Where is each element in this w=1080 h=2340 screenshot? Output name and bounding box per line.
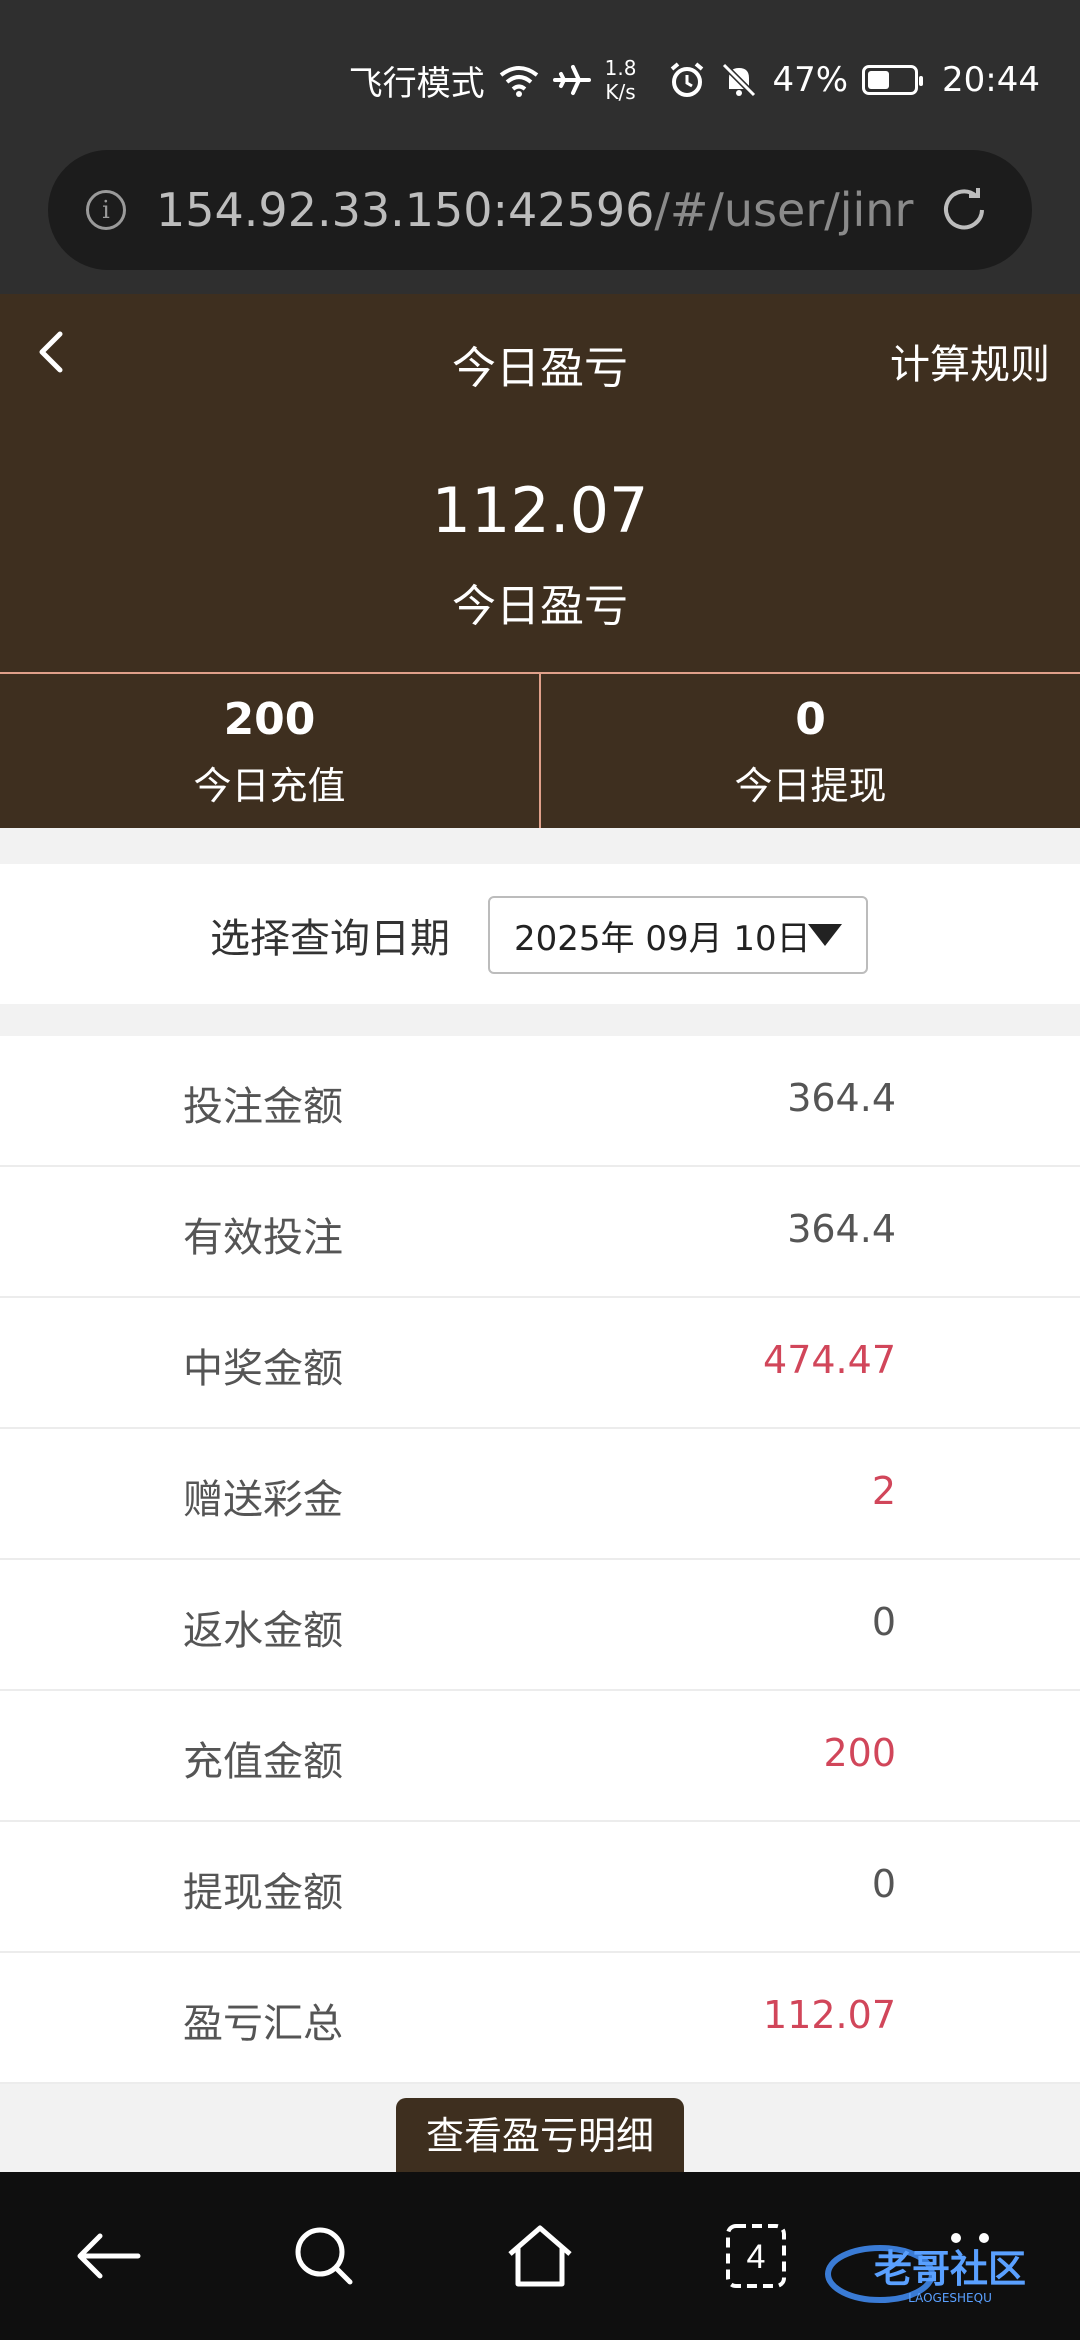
summary-value: 2	[871, 1469, 896, 1513]
nav-tabs-icon[interactable]: 4	[716, 2216, 796, 2296]
summary-row: 投注金额 364.4	[0, 1036, 1080, 1167]
chevron-down-icon	[808, 924, 842, 946]
network-speed-unit: K/s	[605, 80, 636, 104]
summary-value: 474.47	[763, 1338, 896, 1382]
summary-row: 充值金额 200	[0, 1691, 1080, 1822]
alarm-icon	[668, 61, 706, 99]
summary-label: 投注金额	[183, 1084, 343, 1130]
summary-value: 0	[871, 1600, 896, 1644]
watermark-logo: 老哥社区 LAOGESHEQU	[820, 2238, 1060, 2308]
summary-list: 投注金额 364.4 有效投注 364.4 中奖金额 474.47 赠送彩金 2 返水金额 0 充值…	[0, 1036, 1080, 2084]
today-profit-value: 112.07	[431, 474, 649, 547]
battery-icon	[862, 65, 924, 95]
summary-value: 364.4	[787, 1207, 896, 1251]
summary-value: 200	[823, 1731, 896, 1775]
withdraw-label: 今日提现	[734, 764, 887, 808]
withdraw-value: 0	[795, 694, 826, 745]
today-stats: 200 今日充值 0 今日提现	[0, 672, 1080, 828]
deposit-stat: 200 今日充值	[0, 674, 539, 828]
summary-row: 盈亏汇总 112.07	[0, 1953, 1080, 2084]
calc-rules-link[interactable]: 计算规则	[890, 332, 1050, 390]
battery-percent: 47%	[772, 60, 849, 100]
clock: 20:44	[942, 60, 1040, 100]
summary-label: 返水金额	[183, 1608, 343, 1654]
selected-date: 2025年 09月 10日	[514, 918, 811, 959]
summary-row: 返水金额 0	[0, 1560, 1080, 1691]
network-speed-value: 1.8	[604, 56, 637, 80]
site-info-icon[interactable]: i	[86, 190, 126, 230]
summary-label: 有效投注	[183, 1215, 343, 1261]
network-speed: 1.8 K/s	[605, 56, 637, 104]
summary-value: 364.4	[787, 1076, 896, 1120]
status-icons: 飞行模式 1.8 K/s 47% 20:44	[349, 50, 1040, 110]
date-select[interactable]: 2025年 09月 10日	[488, 896, 868, 974]
summary-value: 112.07	[763, 1993, 896, 2037]
airplane-icon	[552, 63, 591, 97]
nav-search-icon[interactable]	[284, 2216, 364, 2296]
wifi-icon	[499, 63, 539, 97]
battery-fill	[868, 71, 890, 89]
today-profit-label: 今日盈亏	[452, 581, 628, 632]
summary-row: 中奖金额 474.47	[0, 1298, 1080, 1429]
summary-label: 赠送彩金	[183, 1477, 343, 1523]
url-path: /#/user/jinriy	[654, 183, 916, 237]
address-bar[interactable]: i 154.92.33.150:42596/#/user/jinriy	[48, 150, 1032, 270]
airplane-mode-label: 飞行模式	[348, 63, 485, 104]
summary-label: 中奖金额	[183, 1346, 343, 1392]
tab-count: 4	[747, 2238, 766, 2276]
summary-label: 盈亏汇总	[183, 2001, 343, 2047]
summary-label: 充值金额	[183, 1739, 343, 1785]
watermark-subtext: LAOGESHEQU	[908, 2291, 992, 2305]
date-query-row: 选择查询日期 2025年 09月 10日	[0, 864, 1080, 1004]
url-text[interactable]: 154.92.33.150:42596/#/user/jinriy	[156, 183, 916, 237]
deposit-value: 200	[223, 694, 316, 745]
withdraw-stat: 0 今日提现	[539, 674, 1080, 828]
deposit-label: 今日充值	[193, 764, 346, 808]
summary-label: 提现金额	[183, 1870, 343, 1916]
page-header: 今日盈亏 计算规则 112.07 今日盈亏	[0, 294, 1080, 672]
nav-back-icon[interactable]	[68, 2216, 148, 2296]
nav-home-icon[interactable]	[500, 2216, 580, 2296]
summary-row: 提现金额 0	[0, 1822, 1080, 1953]
watermark-text: 老哥社区	[874, 2247, 1026, 2291]
summary-value: 0	[871, 1862, 896, 1906]
mute-icon	[720, 61, 758, 99]
summary-row: 有效投注 364.4	[0, 1167, 1080, 1298]
view-details-button[interactable]: 查看盈亏明细	[396, 2098, 684, 2174]
date-query-label: 选择查询日期	[210, 916, 450, 962]
browser-toolbar: i 154.92.33.150:42596/#/user/jinriy	[0, 148, 1080, 294]
summary-row: 赠送彩金 2	[0, 1429, 1080, 1560]
url-host: 154.92.33.150:42596	[156, 183, 655, 237]
status-bar: 飞行模式 1.8 K/s 47% 20:44	[0, 0, 1080, 148]
refresh-icon[interactable]	[936, 182, 992, 238]
